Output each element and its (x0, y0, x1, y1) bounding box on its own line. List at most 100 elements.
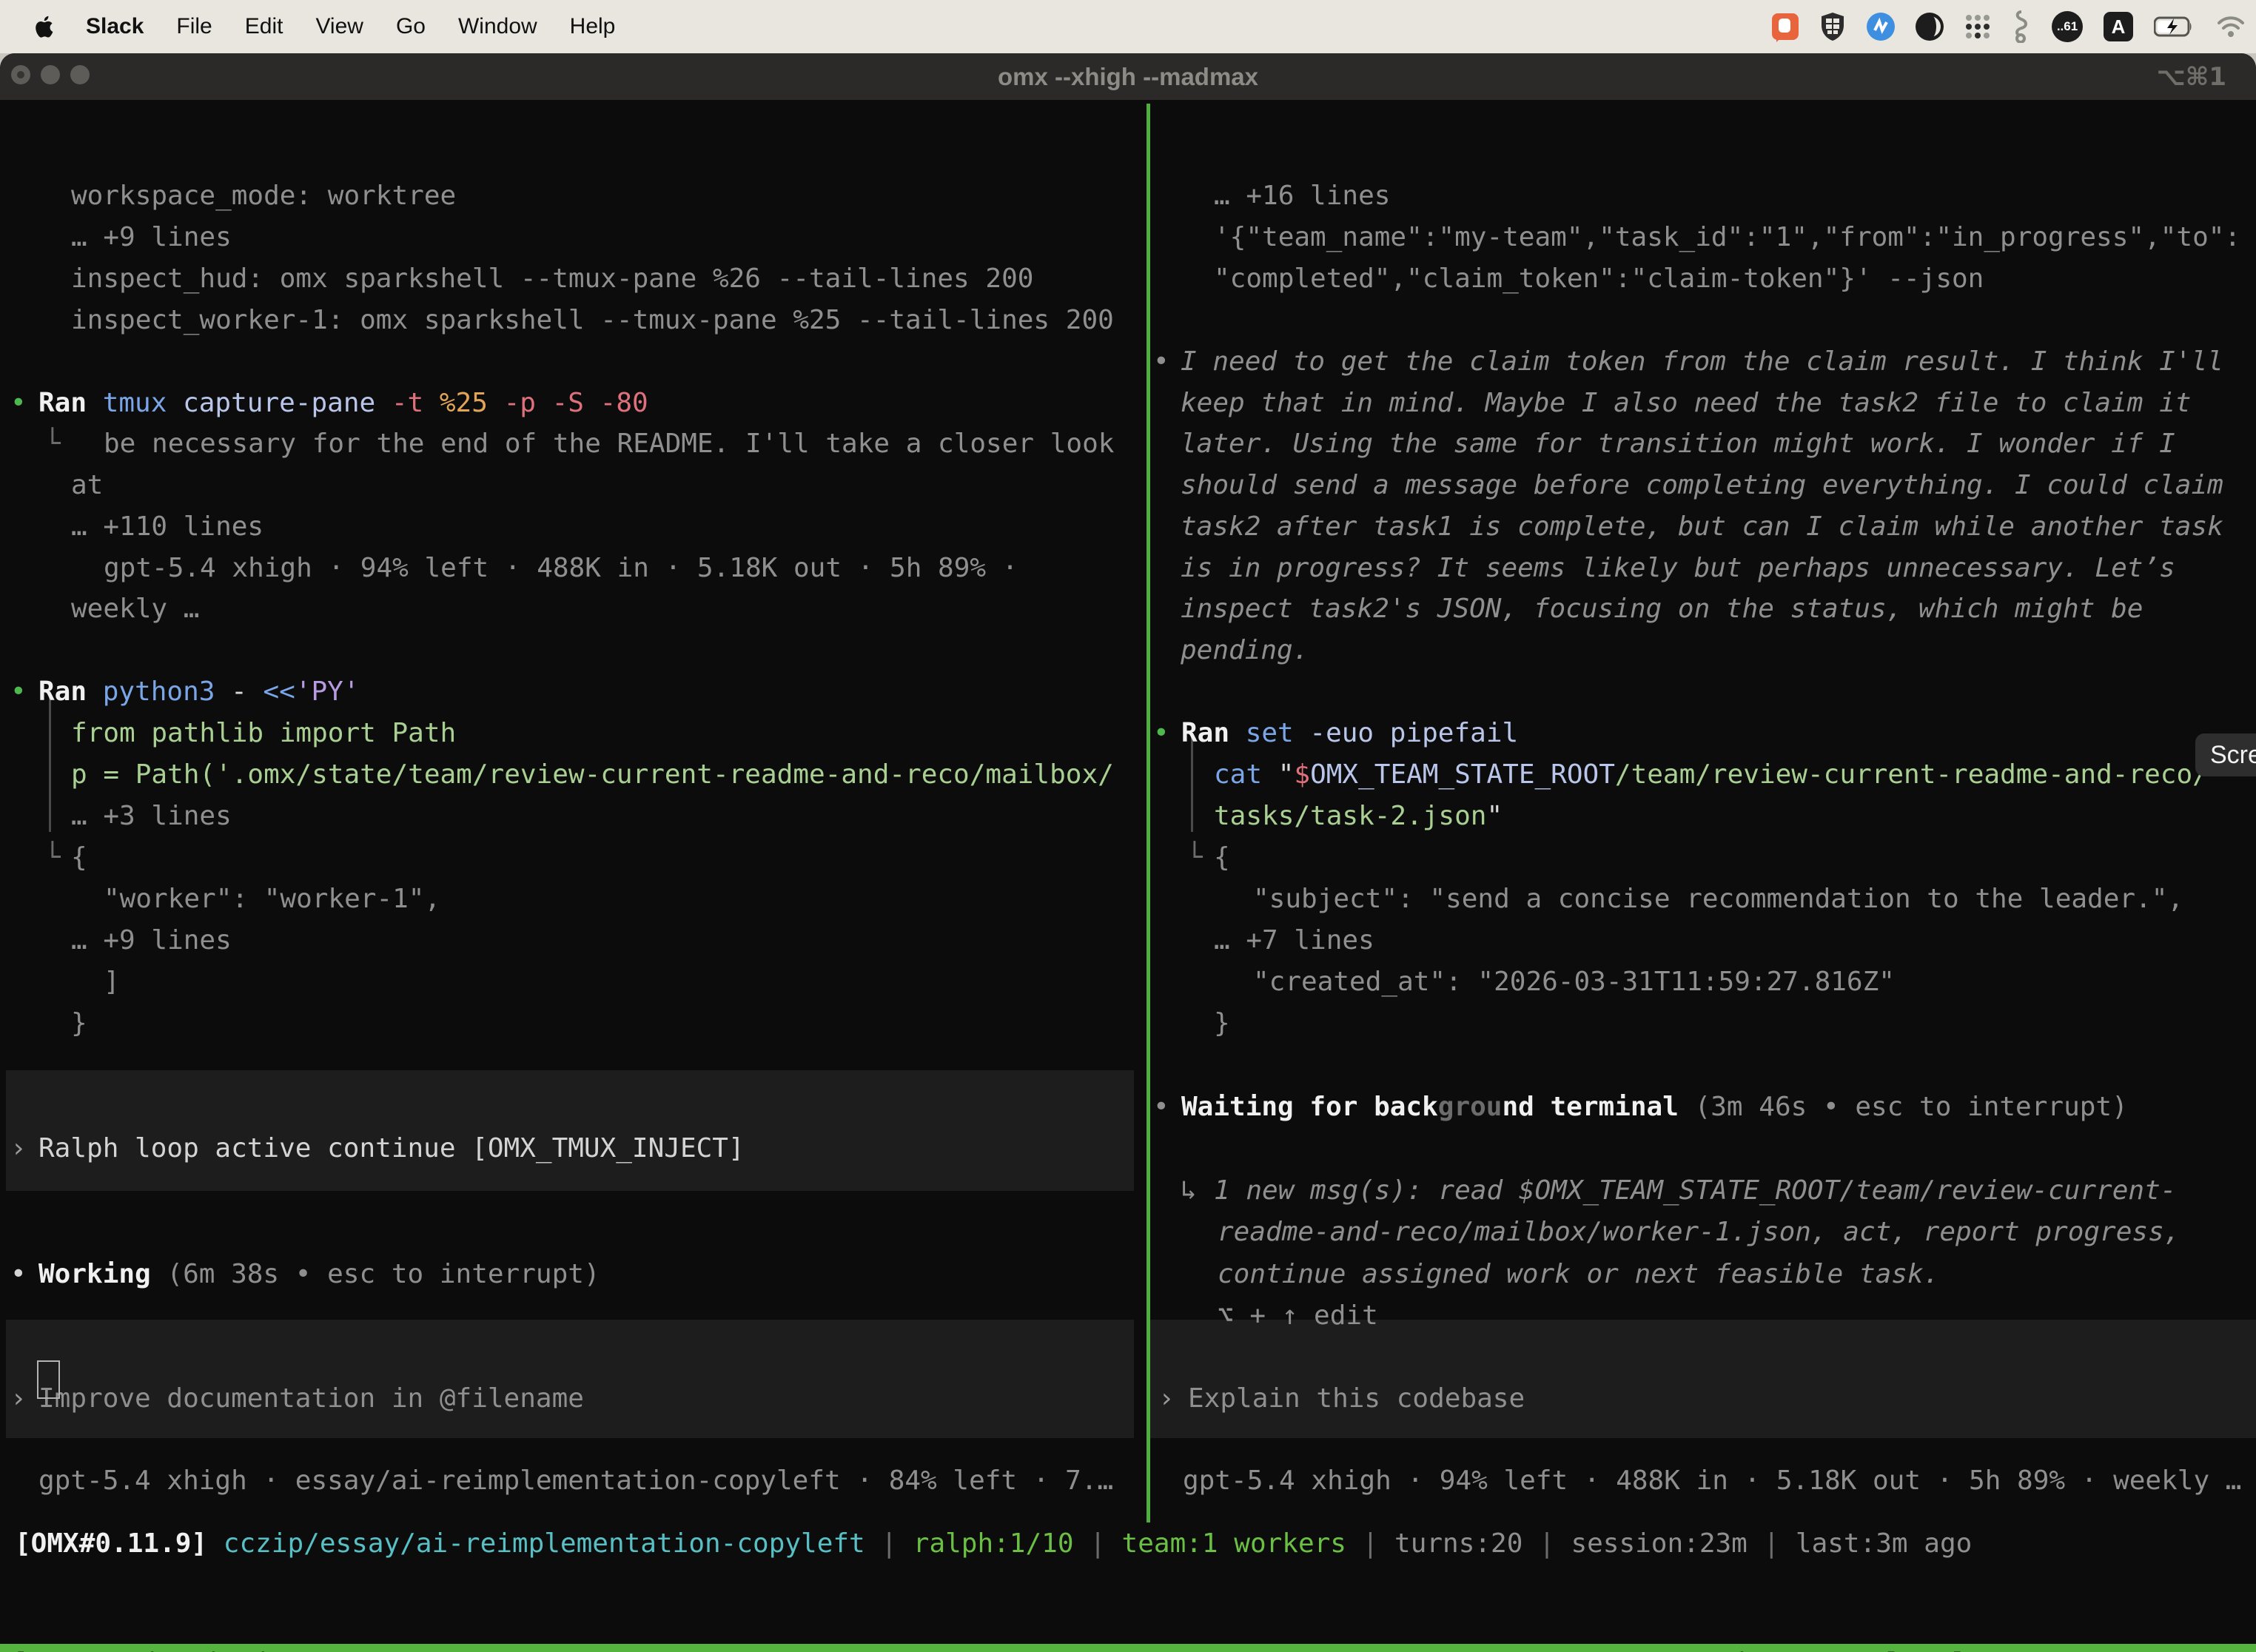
text-segment (207, 1528, 224, 1559)
terminal-line: gpt-5.4 xhigh · 94% left · 488K in · 5.1… (104, 548, 1018, 589)
text-segment: • (10, 388, 27, 418)
text-segment: › (10, 1383, 27, 1414)
text-segment: • (10, 676, 27, 707)
terminal-line: continue assigned work or next feasible … (1218, 1254, 1939, 1295)
text-segment: ↳ (1181, 1175, 1197, 1206)
terminal-line: … +7 lines (1214, 920, 1374, 961)
text-segment: { (1214, 842, 1230, 873)
terminal-line: › (10, 1128, 27, 1169)
menu-item-go[interactable]: Go (396, 14, 426, 38)
terminal-line: readme-and-reco/mailbox/worker-1.json, a… (1218, 1212, 2180, 1253)
battery-charging-icon[interactable] (2154, 16, 2195, 37)
terminal-line: "subject": "send a concise recommendatio… (1253, 879, 2183, 920)
text-segment: -S (552, 388, 600, 418)
terminal-line: Improve documentation in @filename (38, 1378, 584, 1420)
text-segment: Ralph loop active continue [OMX_TMUX_INJ… (38, 1133, 745, 1164)
text-segment: from pathlib import Path (71, 718, 456, 748)
terminal-line: • (1153, 713, 1169, 754)
text-segment: Ran (38, 676, 103, 707)
text-segment: • (1153, 346, 1169, 377)
terminal-line: └ (44, 423, 61, 465)
terminal-line: Working (6m 38s • esc to interrupt) (38, 1254, 600, 1295)
terminal-line: inspect task2's JSON, focusing on the st… (1181, 588, 2143, 630)
tmux-session-label: [omx-cczip0:bash* (12, 1648, 292, 1652)
text-segment: team:1 workers (1122, 1528, 1346, 1559)
terminal-line: "completed","claim_token":"claim-token"}… (1214, 258, 1984, 300)
menu-item-window[interactable]: Window (458, 14, 537, 38)
text-segment: << (263, 676, 295, 707)
text-segment: last:3m ago (1796, 1528, 1972, 1559)
text-cursor[interactable] (37, 1360, 60, 1399)
menu-app-name[interactable]: Slack (86, 14, 144, 39)
screen-share-icon[interactable] (1772, 13, 1799, 40)
wifi-icon[interactable] (2216, 16, 2246, 38)
pie-timer-icon[interactable] (1916, 13, 1944, 41)
text-segment: at (71, 470, 103, 500)
menu-item-view[interactable]: View (315, 14, 363, 38)
text-segment: gpt-5.4 xhigh · 94% left · 488K in · 5.1… (1183, 1465, 2241, 1496)
text-segment: workspace_mode: worktree (71, 181, 456, 211)
menu-item-file[interactable]: File (176, 14, 212, 38)
text-segment: … +110 lines (71, 511, 263, 542)
input-source-badge[interactable]: A (2104, 12, 2133, 41)
terminal-line: keep that in mind. Maybe I also need the… (1181, 383, 2191, 424)
text-segment: weekly … (71, 594, 199, 624)
text-segment: Ran (1181, 718, 1246, 748)
text-segment: › (10, 1133, 27, 1164)
text-segment: $ (1294, 759, 1310, 790)
text-segment: • (1153, 1092, 1169, 1122)
terminal-line: be necessary for the end of the README. … (104, 423, 1114, 465)
battery-percent-badge[interactable]: ..61 (2052, 11, 2083, 42)
terminal-line: inspect_worker-1: omx sparkshell --tmux-… (71, 300, 1114, 341)
terminal-line: at (71, 465, 103, 506)
terminal-line: } (71, 1003, 87, 1044)
text-segment: ⌥ + ↑ edit (1218, 1300, 1378, 1331)
text-segment: (3m 46s • esc to interrupt) (1679, 1092, 2128, 1122)
terminal-line: 1 new msg(s): read $OMX_TEAM_STATE_ROOT/… (1214, 1170, 2176, 1212)
text-segment: -80 (600, 388, 648, 418)
terminal-line: └ (44, 837, 61, 879)
screenshot-tooltip: Scre (2195, 733, 2256, 776)
terminal-line: • (1153, 1087, 1169, 1128)
text-segment: Improve documentation in @filename (38, 1383, 584, 1414)
menu-items: File Edit View Go Window Help (144, 14, 615, 39)
pane-divider[interactable] (1147, 104, 1150, 1522)
text-segment: └ (1186, 842, 1203, 873)
window-shortcut-hint: ⌥⌘1 (2157, 53, 2226, 100)
terminal-line: … +9 lines (71, 217, 232, 258)
text-segment: -t (392, 388, 440, 418)
apple-menu-icon[interactable] (34, 14, 56, 39)
terminal-line: inspect_hud: omx sparkshell --tmux-pane … (71, 258, 1033, 300)
terminal-line: is in progress? It seems likely but perh… (1181, 548, 2175, 589)
text-segment: … +9 lines (71, 222, 232, 252)
hook-icon[interactable] (2012, 10, 2031, 43)
text-segment: capture-pane (183, 388, 392, 418)
terminal-line: Ran set -euo pipefail (1181, 713, 1518, 754)
terminal-line: '{"team_name":"my-team","task_id":"1","f… (1214, 217, 2240, 258)
text-segment: } (1214, 1008, 1230, 1038)
output-connector-line (49, 694, 51, 832)
terminal-line: later. Using the same for transition mig… (1181, 423, 2175, 465)
terminal-line: Waiting for background terminal (3m 46s … (1181, 1087, 2128, 1128)
dots-grid-icon[interactable] (1964, 13, 1991, 40)
shield-grid-icon[interactable] (1819, 12, 1846, 41)
text-segment: Working (38, 1259, 167, 1289)
terminal-line: from pathlib import Path (71, 713, 456, 754)
menu-item-edit[interactable]: Edit (245, 14, 283, 38)
text-segment: gpt-5.4 xhigh · essay/ai-reimplementatio… (38, 1465, 1113, 1496)
text-segment: "subject": "send a concise recommendatio… (1253, 884, 2183, 914)
text-segment: later. Using the same for transition mig… (1181, 429, 2175, 459)
text-segment: | (865, 1528, 913, 1559)
terminal-line: • (1153, 341, 1169, 383)
menu-item-help[interactable]: Help (570, 14, 616, 38)
terminal-line: weekly … (71, 588, 199, 630)
terminal-line: pending. (1181, 630, 1309, 671)
text-segment: python3 (103, 676, 231, 707)
text-segment: 'PY' (295, 676, 360, 707)
text-segment: • (1153, 718, 1169, 748)
sync-badge-icon[interactable] (1867, 13, 1895, 41)
text-segment: "completed","claim_token":"claim-token"}… (1214, 263, 1984, 294)
text-segment: OMX_TEAM_STATE_ROOT (1310, 759, 1615, 790)
text-segment: task2 after task1 is complete, but can I… (1181, 511, 2223, 542)
terminal-line: ⌥ + ↑ edit (1218, 1295, 1378, 1337)
